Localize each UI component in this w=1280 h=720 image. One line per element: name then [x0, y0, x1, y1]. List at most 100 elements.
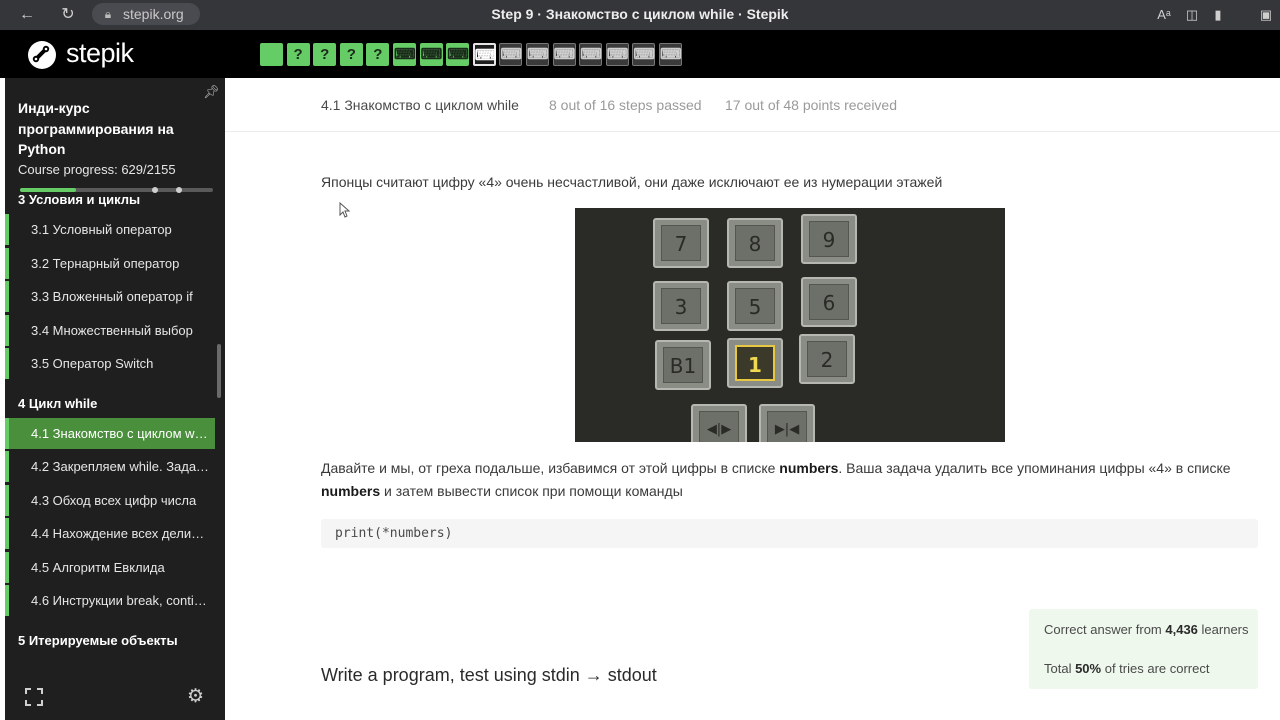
- correct-answer-stat: Correct answer from 4,436 learners: [1044, 621, 1249, 639]
- steps-passed-count: 8 out of 16 steps passed: [549, 97, 702, 113]
- elevator-button: 8: [727, 218, 783, 268]
- elevator-buttons-photo: 7 8 9 3 5 6 B1 1 2 ◀|▶ ▶|◀: [575, 208, 1005, 442]
- extension-icon[interactable]: ◫: [1182, 5, 1202, 25]
- task-text: Давайте и мы, от греха подальше, избавим…: [321, 460, 780, 476]
- sidebar-lesson-item[interactable]: 4.1 Знакомство с циклом while: [5, 417, 215, 449]
- step-content: 4.1 Знакомство с циклом while 8 out of 1…: [225, 78, 1280, 720]
- numbers-keyword: numbers: [321, 483, 381, 499]
- elevator-button-label: 3: [661, 288, 701, 324]
- sidebar-section-1[interactable]: 3 Условия и циклы: [18, 192, 140, 207]
- step-7-button[interactable]: ⌨: [419, 43, 443, 66]
- lesson-progress-bar: [5, 585, 9, 616]
- sidebar-lesson-item[interactable]: 4.3 Обход всех цифр числа: [5, 484, 215, 516]
- step-8-button[interactable]: ⌨: [446, 43, 470, 66]
- gear-icon[interactable]: ⚙: [187, 687, 207, 707]
- stat-text: learners: [1197, 622, 1249, 637]
- step-2-button[interactable]: ?: [286, 43, 310, 66]
- mouse-cursor-icon: [339, 202, 351, 218]
- task-description: Давайте и мы, от греха подальше, избавим…: [321, 457, 1241, 503]
- stepik-logo-icon[interactable]: [27, 40, 57, 70]
- sidebar-lesson-label: 4.4 Нахождение всех делителей: [31, 526, 209, 541]
- elevator-button-label: 9: [809, 221, 849, 257]
- lesson-progress-bar: [5, 518, 9, 549]
- sidebar-lesson-item[interactable]: 4.5 Алгоритм Евклида: [5, 551, 215, 583]
- sidebar-lesson-item[interactable]: 3.1 Условный оператор: [5, 214, 215, 245]
- lesson-progress-bar: [5, 214, 9, 245]
- lesson-progress-bar: [5, 247, 9, 279]
- step-6-button[interactable]: ⌨: [393, 43, 416, 66]
- sidebar-lesson-label: 3.2 Тернарный оператор: [31, 255, 180, 271]
- lesson-progress-bar: [5, 281, 9, 312]
- stat-text: of tries are correct: [1101, 661, 1210, 676]
- step-16-button[interactable]: ⌨: [659, 43, 682, 66]
- step-12-button[interactable]: ⌨: [552, 43, 576, 66]
- progress-marker: [152, 187, 158, 193]
- translate-icon[interactable]: Aᵃ: [1154, 5, 1174, 25]
- lesson-progress-bar: [5, 451, 9, 482]
- tries-correct-stat: Total 50% of tries are correct: [1044, 661, 1209, 676]
- sidebar-section-3[interactable]: 5 Итерируемые объекты: [18, 633, 178, 648]
- step-3-button[interactable]: ?: [313, 43, 337, 66]
- elevator-button: B1: [655, 340, 711, 390]
- sidebar-lesson-item[interactable]: 3.5 Оператор Switch: [5, 348, 215, 379]
- browser-chrome: ← ↻ 🔒︎ stepik.org Step 9 · Знакомство с …: [0, 0, 1280, 30]
- elevator-button-label: 7: [661, 225, 701, 261]
- door-open-icon: ◀|▶: [699, 411, 739, 442]
- lesson-progress-bar: [5, 484, 9, 516]
- sidebar-scrollbar[interactable]: [217, 344, 221, 398]
- elevator-button-label: 2: [807, 341, 847, 377]
- step-10-button[interactable]: ⌨: [499, 43, 523, 66]
- door-close-icon: ▶|◀: [767, 411, 807, 442]
- code-block: print(*numbers): [321, 519, 1258, 548]
- task-heading: Write a program, test using stdin → stdo…: [321, 665, 657, 685]
- course-progress-label: Course progress: 629/2155: [18, 162, 176, 177]
- sidebar-lesson-item[interactable]: 4.6 Инструкции break, continue: [5, 585, 215, 616]
- step-1-button[interactable]: [260, 43, 283, 66]
- sidebar-lesson-label: 3.5 Оператор Switch: [31, 356, 154, 371]
- sidebar-section-2[interactable]: 4 Цикл while: [18, 396, 97, 411]
- bookmark-icon[interactable]: ▮: [1208, 5, 1228, 25]
- sidebar-lesson-item[interactable]: 3.4 Множественный выбор: [5, 314, 215, 346]
- sidebar-lesson-item[interactable]: 3.2 Тернарный оператор: [5, 247, 215, 279]
- step-9-button[interactable]: ⌨: [472, 43, 496, 66]
- sidebar-lesson-label: 3.4 Множественный выбор: [31, 322, 193, 338]
- elevator-button: 9: [801, 214, 857, 264]
- course-sidebar: Инди-курс программирования на Python 📌︎ …: [5, 78, 225, 720]
- step-13-button[interactable]: ⌨: [579, 43, 603, 66]
- elevator-button: 2: [799, 334, 855, 384]
- step-4-button[interactable]: ?: [339, 43, 363, 66]
- solution-stats-box: Correct answer from 4,436 learners Total…: [1029, 609, 1258, 689]
- sidebar-lesson-item[interactable]: 4.2 Закрепляем while. Задачи: [5, 451, 215, 482]
- lesson-header: 4.1 Знакомство с циклом while 8 out of 1…: [225, 78, 1280, 132]
- sidebar-lesson-label: 4.2 Закрепляем while. Задачи: [31, 459, 209, 474]
- sidebar-lesson-item[interactable]: 3.3 Вложенный оператор if: [5, 281, 215, 312]
- sidebar-lesson-item[interactable]: 4.4 Нахождение всех делителей: [5, 518, 215, 549]
- progress-marker: [176, 187, 182, 193]
- stat-text: Correct answer from: [1044, 622, 1166, 637]
- elevator-button: 7: [653, 218, 709, 268]
- pin-icon[interactable]: 📌︎: [203, 84, 220, 100]
- fullscreen-icon[interactable]: [25, 688, 43, 706]
- sidebar-lesson-label: 4.1 Знакомство с циклом while: [31, 425, 209, 441]
- lesson-progress-bar: [5, 348, 9, 379]
- profile-icon[interactable]: ▣: [1256, 5, 1276, 25]
- lesson-progress-bar: [5, 417, 9, 449]
- learners-count: 4,436: [1165, 622, 1198, 637]
- stepik-logo-text[interactable]: stepik: [66, 38, 134, 69]
- elevator-button-label: 6: [809, 284, 849, 320]
- sidebar-lesson-label: 3.3 Вложенный оператор if: [31, 289, 193, 304]
- sidebar-lesson-label: 4.6 Инструкции break, continue: [31, 593, 209, 608]
- lesson-progress-bar: [5, 551, 9, 583]
- lesson-title[interactable]: 4.1 Знакомство с циклом while: [321, 97, 519, 113]
- course-title[interactable]: Инди-курс программирования на Python: [18, 98, 198, 160]
- sidebar-footer: ⚙: [5, 678, 225, 720]
- elevator-button: 6: [801, 277, 857, 327]
- step-5-button[interactable]: ?: [366, 43, 390, 66]
- step-15-button[interactable]: ⌨: [632, 43, 656, 66]
- step-11-button[interactable]: ⌨: [526, 43, 549, 66]
- elevator-button: 3: [653, 281, 709, 331]
- step-14-button[interactable]: ⌨: [605, 43, 629, 66]
- elevator-button-label: B1: [663, 347, 703, 383]
- lesson-progress-bar: [5, 314, 9, 346]
- correct-percent: 50%: [1075, 661, 1102, 676]
